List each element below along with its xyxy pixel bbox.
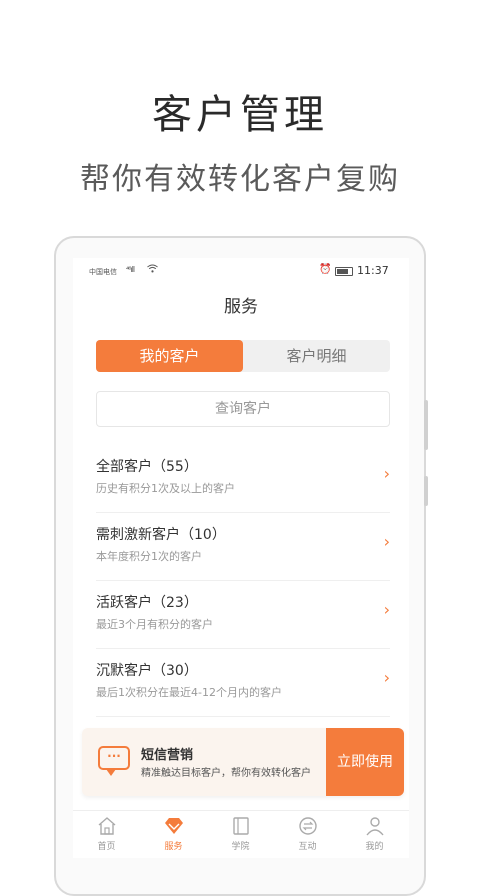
tabbar-service[interactable]: 服务	[140, 815, 207, 852]
tabbar-label: 服务	[164, 842, 183, 852]
diamond-icon	[163, 815, 185, 837]
chevron-right-icon: ›	[383, 600, 390, 619]
chevron-right-icon: ›	[383, 668, 390, 687]
signal-icon: ⁴⁶ıll	[126, 265, 135, 274]
list-item-title: 需刺激新客户（10）	[96, 527, 226, 543]
list-item-desc: 历史有积分1次及以上的客户	[96, 482, 235, 495]
tab-my-customers[interactable]: 我的客户	[96, 340, 243, 372]
use-now-button[interactable]: 立即使用	[323, 728, 404, 796]
search-input[interactable]: 查询客户	[96, 391, 390, 427]
list-item-desc: 本年度积分1次的客户	[96, 550, 202, 563]
tabbar-label: 我的	[365, 842, 384, 852]
segmented-tabs: 我的客户 客户明细	[96, 340, 390, 372]
phone-screen: 中国电信 ⁴⁶ıll ⏰ 11:37 服务 我的客户 客户明细 查询客户 全部客…	[73, 258, 409, 858]
list-item-desc: 最后1次积分在最近4-12个月内的客户	[96, 686, 282, 699]
tabbar-label: 学院	[231, 842, 250, 852]
sms-marketing-banner[interactable]: ··· 短信营销 精准触达目标客户，帮你有效转化客户 立即使用	[82, 728, 404, 796]
tab-customer-details[interactable]: 客户明细	[243, 340, 390, 372]
list-item-title: 全部客户（55）	[96, 459, 198, 475]
tabbar-academy[interactable]: 学院	[207, 815, 274, 852]
list-item-silent-customers[interactable]: 沉默客户（30） 最后1次积分在最近4-12个月内的客户 ›	[96, 648, 390, 717]
status-time: 11:37	[357, 264, 389, 277]
list-item-title: 活跃客户（23）	[96, 595, 198, 611]
list-item-new-customers[interactable]: 需刺激新客户（10） 本年度积分1次的客户 ›	[96, 512, 390, 581]
tabbar-label: 互动	[298, 842, 317, 852]
list-item-active-customers[interactable]: 活跃客户（23） 最近3个月有积分的客户 ›	[96, 580, 390, 649]
chevron-right-icon: ›	[383, 532, 390, 551]
alarm-icon: ⏰	[319, 264, 332, 275]
tabbar-interact[interactable]: 互动	[274, 815, 341, 852]
banner-desc: 精准触达目标客户，帮你有效转化客户	[141, 768, 311, 779]
tabbar-mine[interactable]: 我的	[341, 815, 408, 852]
book-icon	[230, 815, 252, 837]
battery-icon	[335, 267, 353, 276]
wifi-icon	[147, 264, 158, 276]
sms-bubble-icon: ···	[98, 746, 130, 776]
carrier-label: 中国电信	[89, 268, 117, 276]
tabbar-home[interactable]: 首页	[73, 815, 140, 852]
home-icon	[96, 815, 118, 837]
status-bar: 中国电信 ⁴⁶ıll ⏰ 11:37	[73, 264, 409, 278]
device-power-button	[424, 476, 428, 506]
list-item-desc: 最近3个月有积分的客户	[96, 618, 213, 631]
interact-icon	[297, 815, 319, 837]
banner-title: 短信营销	[141, 748, 194, 763]
list-item-all-customers[interactable]: 全部客户（55） 历史有积分1次及以上的客户 ›	[96, 444, 390, 513]
list-item-title: 沉默客户（30）	[96, 663, 198, 679]
chevron-right-icon: ›	[383, 464, 390, 483]
hero-title: 客户管理	[152, 92, 328, 138]
hero-subtitle: 帮你有效转化客户复购	[80, 162, 400, 197]
tabbar-label: 首页	[97, 842, 116, 852]
device-volume-button	[424, 400, 428, 450]
page-title: 服务	[224, 297, 258, 317]
bottom-tab-bar: 首页 服务 学院 互动 我的	[73, 810, 409, 858]
user-icon	[364, 815, 386, 837]
